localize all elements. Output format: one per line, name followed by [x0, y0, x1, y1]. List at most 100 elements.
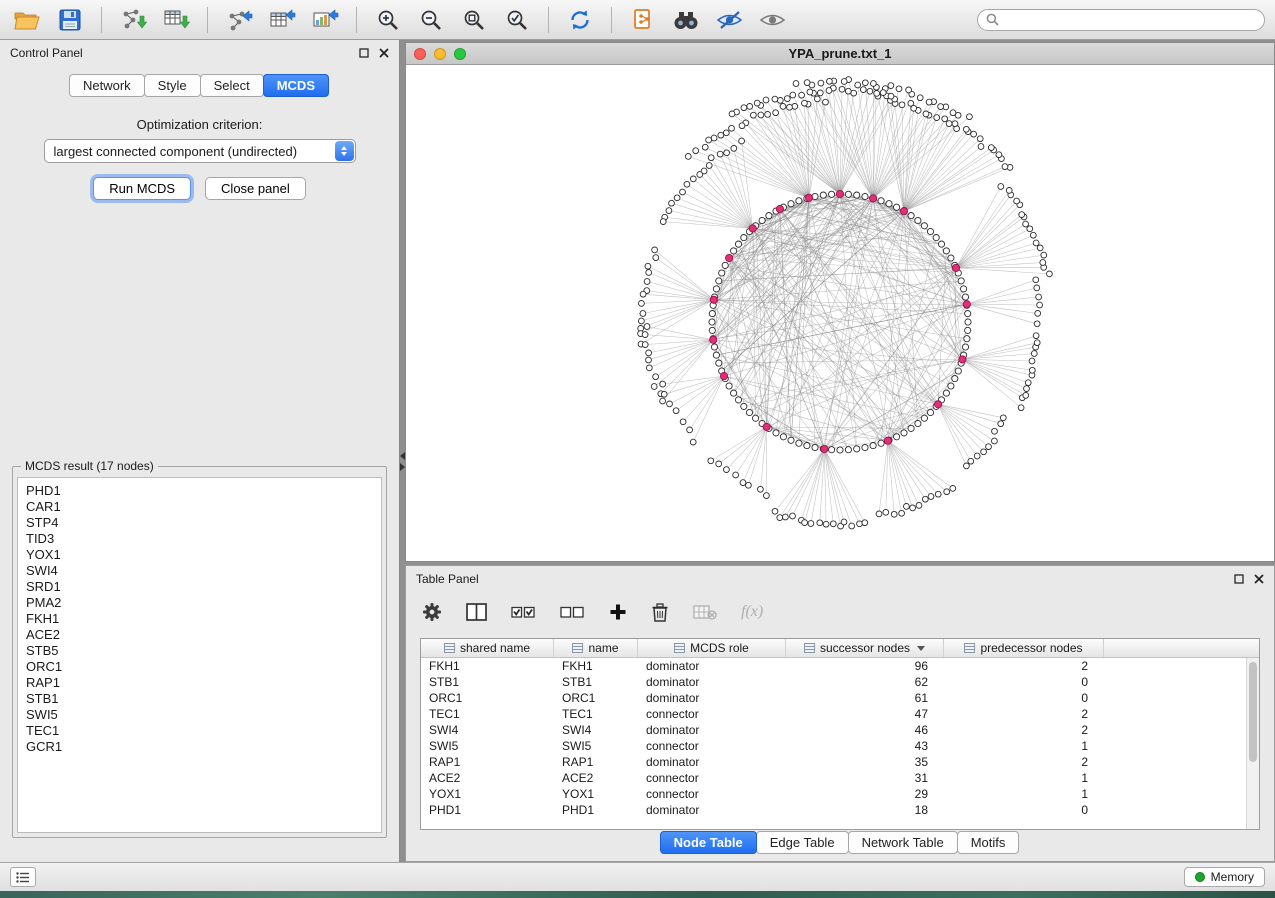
network-node[interactable]	[729, 125, 735, 131]
network-node[interactable]	[740, 480, 746, 486]
network-node[interactable]	[829, 191, 835, 197]
zoom-in-button[interactable]	[371, 5, 405, 35]
network-node[interactable]	[708, 155, 714, 161]
float-panel-icon[interactable]	[359, 48, 369, 58]
add-row-button[interactable]	[609, 603, 627, 621]
tab-mcds[interactable]: MCDS	[263, 74, 329, 97]
search-neighbors-button[interactable]	[669, 5, 703, 35]
network-node[interactable]	[804, 80, 810, 86]
network-node[interactable]	[735, 241, 741, 247]
network-node[interactable]	[899, 510, 905, 516]
network-node[interactable]	[857, 521, 863, 527]
network-node[interactable]	[660, 219, 666, 225]
network-node[interactable]	[780, 104, 786, 110]
network-node[interactable]	[908, 213, 914, 219]
network-node[interactable]	[741, 235, 747, 241]
mcds-result-item[interactable]: YOX1	[20, 547, 379, 563]
network-node[interactable]	[674, 195, 680, 201]
network-node[interactable]	[746, 409, 752, 415]
network-node[interactable]	[733, 472, 739, 478]
network-node[interactable]	[718, 132, 724, 138]
network-node[interactable]	[926, 99, 932, 105]
network-node[interactable]	[928, 494, 934, 500]
network-node[interactable]	[772, 96, 778, 102]
network-node[interactable]	[933, 235, 939, 241]
network-node[interactable]	[1023, 393, 1029, 399]
tab-style[interactable]: Style	[144, 74, 201, 97]
network-node[interactable]	[981, 449, 987, 455]
hide-selected-button[interactable]	[712, 5, 746, 35]
network-node[interactable]	[883, 509, 889, 515]
dominator-node[interactable]	[952, 264, 959, 271]
network-node[interactable]	[669, 200, 675, 206]
network-node[interactable]	[974, 453, 980, 459]
table-options-button[interactable]	[422, 602, 442, 622]
mcds-result-item[interactable]: ORC1	[20, 659, 379, 675]
network-node[interactable]	[711, 135, 717, 141]
network-node[interactable]	[845, 447, 851, 453]
network-node[interactable]	[1035, 311, 1041, 317]
network-node[interactable]	[888, 93, 894, 99]
network-node[interactable]	[713, 286, 719, 292]
mcds-result-item[interactable]: TID3	[20, 531, 379, 547]
network-node[interactable]	[642, 332, 648, 338]
network-node[interactable]	[950, 486, 956, 492]
network-node[interactable]	[765, 112, 771, 118]
refresh-view-button[interactable]	[563, 5, 597, 35]
share-network-button[interactable]	[626, 5, 660, 35]
network-node[interactable]	[763, 97, 769, 103]
show-columns-button[interactable]	[466, 603, 487, 621]
network-node[interactable]	[1034, 321, 1040, 327]
dominator-node[interactable]	[963, 301, 970, 308]
network-node[interactable]	[1029, 358, 1035, 364]
network-node[interactable]	[894, 434, 900, 440]
network-node[interactable]	[652, 247, 658, 253]
network-node[interactable]	[790, 92, 796, 98]
network-node[interactable]	[899, 102, 905, 108]
network-node[interactable]	[644, 324, 650, 330]
mcds-result-item[interactable]: ACE2	[20, 627, 379, 643]
network-node[interactable]	[773, 110, 779, 116]
network-node[interactable]	[709, 311, 715, 317]
network-node[interactable]	[878, 198, 884, 204]
network-node[interactable]	[942, 116, 948, 122]
network-node[interactable]	[766, 213, 772, 219]
network-window-titlebar[interactable]: YPA_prune.txt_1	[406, 43, 1274, 65]
network-node[interactable]	[729, 111, 735, 117]
network-node[interactable]	[950, 110, 956, 116]
tab-network-table[interactable]: Network Table	[848, 831, 958, 854]
network-node[interactable]	[719, 270, 725, 276]
float-panel-icon[interactable]	[1234, 574, 1244, 584]
network-node[interactable]	[849, 523, 855, 529]
network-node[interactable]	[965, 327, 971, 333]
network-node[interactable]	[904, 504, 910, 510]
network-node[interactable]	[796, 198, 802, 204]
network-node[interactable]	[722, 262, 728, 268]
table-row[interactable]: PHD1PHD1dominator180	[421, 802, 1246, 818]
network-node[interactable]	[713, 352, 719, 358]
column-header[interactable]: successor nodes	[786, 639, 944, 657]
network-node[interactable]	[922, 496, 928, 502]
mcds-result-item[interactable]: GCR1	[20, 739, 379, 755]
memory-button[interactable]: Memory	[1184, 867, 1265, 887]
network-node[interactable]	[684, 181, 690, 187]
network-node[interactable]	[690, 439, 696, 445]
mcds-result-item[interactable]: SRD1	[20, 579, 379, 595]
network-node[interactable]	[644, 279, 650, 285]
network-node[interactable]	[646, 350, 652, 356]
network-node[interactable]	[870, 443, 876, 449]
network-node[interactable]	[788, 437, 794, 443]
table-scrollbar[interactable]	[1246, 658, 1259, 829]
network-node[interactable]	[967, 114, 973, 120]
network-node[interactable]	[1033, 277, 1039, 283]
network-node[interactable]	[772, 508, 778, 514]
network-node[interactable]	[908, 100, 914, 106]
network-node[interactable]	[952, 121, 958, 127]
network-node[interactable]	[952, 376, 958, 382]
network-search-field[interactable]	[977, 9, 1265, 31]
network-node[interactable]	[796, 440, 802, 446]
open-session-button[interactable]	[10, 5, 44, 35]
network-node[interactable]	[646, 357, 652, 363]
network-node[interactable]	[723, 130, 729, 136]
column-header[interactable]: MCDS role	[638, 639, 786, 657]
